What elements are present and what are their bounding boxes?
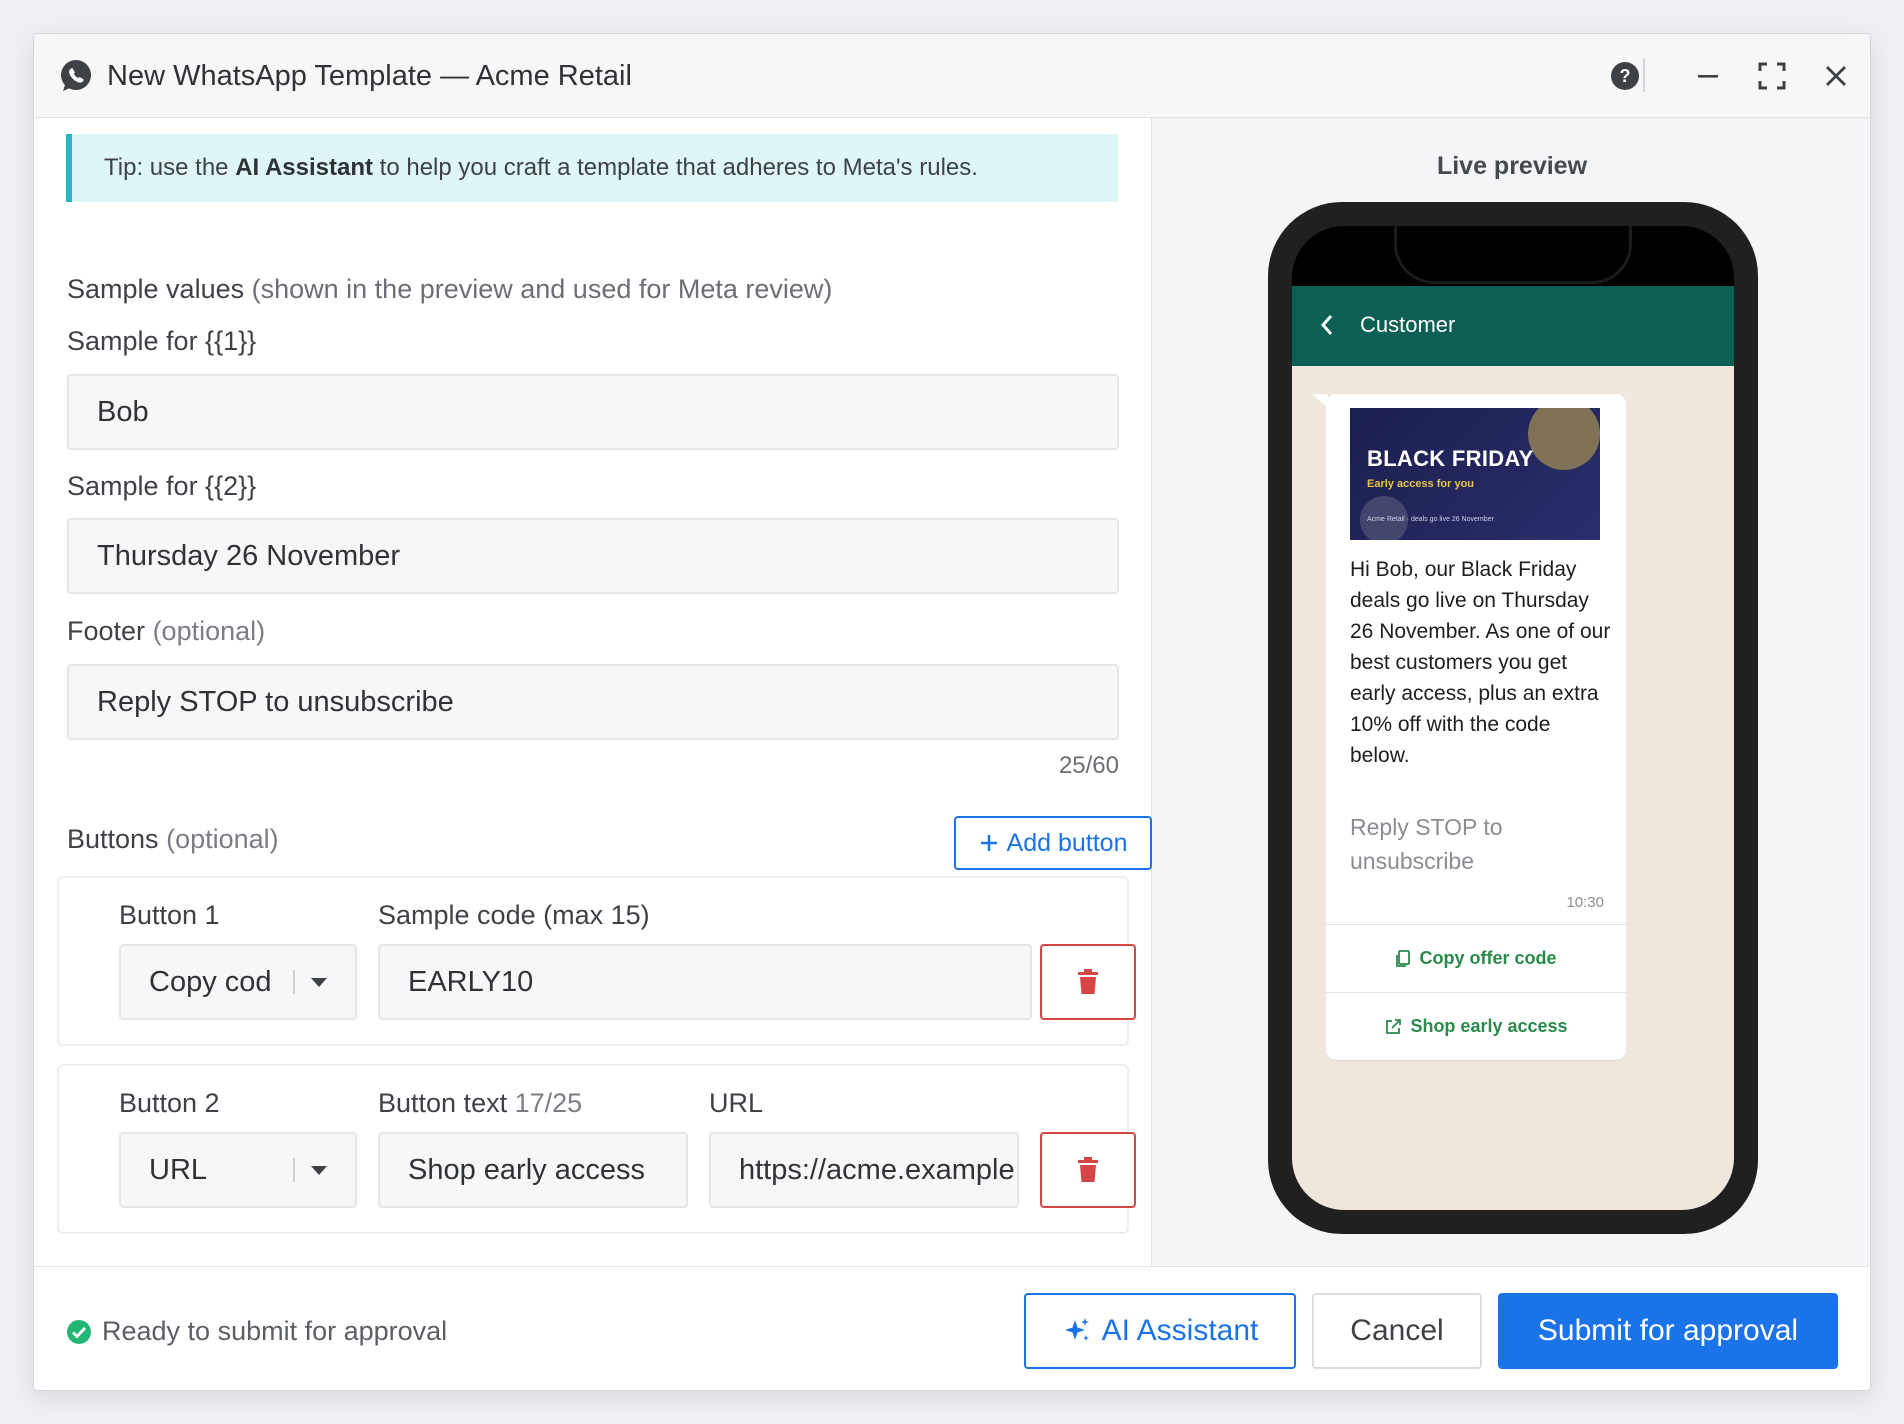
button1-code-input[interactable]: EARLY10: [378, 944, 1032, 1020]
select-divider: [293, 970, 295, 994]
sample2-label: Sample for {{2}}: [67, 471, 257, 501]
footer-field-label: Footer (optional): [67, 616, 265, 647]
banner-subtitle: Early access for you: [1367, 478, 1475, 490]
status-indicator: Ready to submit for approval: [66, 1316, 447, 1347]
chat-contact-name: Customer: [1360, 312, 1456, 337]
phone-screen: Customer BLACK FRIDAY Early access for y…: [1292, 226, 1734, 1210]
template-form: Tip: use the AI Assistant to help you cr…: [34, 118, 1152, 1266]
close-icon[interactable]: [1818, 58, 1854, 94]
copy-icon: [1396, 949, 1411, 967]
live-preview-label: Live preview: [1436, 152, 1588, 180]
tip-banner: Tip: use the AI Assistant to help you cr…: [66, 134, 1118, 202]
chat-header: Customer: [1292, 286, 1734, 366]
button2-card: Button 2 Button text 17/25 URL URL Shop …: [57, 1064, 1136, 1234]
buttons-section-label: Buttons (optional): [67, 824, 279, 855]
footer-char-counter: 25/60: [1058, 752, 1119, 779]
banner-footer: Acme Retail · deals go live 26 November: [1367, 516, 1494, 523]
sparkle-icon: [1064, 1318, 1089, 1341]
footer-label-note: (optional): [152, 616, 266, 646]
whatsapp-icon: [58, 58, 94, 94]
message-time: 10:30: [1566, 894, 1604, 911]
quick-reply-copy-label: Copy offer code: [1419, 948, 1557, 968]
submit-for-approval-button[interactable]: Submit for approval: [1498, 1293, 1838, 1369]
banner-decor-circle: [1528, 408, 1600, 470]
quick-reply-copy-code[interactable]: Copy offer code: [1326, 924, 1626, 992]
dialog-title: New WhatsApp Template — Acme Retail: [107, 60, 632, 92]
message-footer: Reply STOP to unsubscribe: [1350, 814, 1503, 874]
select-divider: [293, 1158, 295, 1182]
footer-label-text: Footer: [67, 616, 146, 646]
button1-type-value: Copy code: [149, 965, 271, 998]
button1-type-select[interactable]: Copy code: [119, 944, 357, 1020]
footer-input[interactable]: Reply STOP to unsubscribe: [67, 664, 1119, 740]
status-text: Ready to submit for approval: [102, 1316, 448, 1346]
tip-prefix: Tip: use the: [104, 154, 236, 181]
header-separator: [1643, 58, 1645, 92]
chevron-down-icon: [311, 978, 327, 987]
chat-background: BLACK FRIDAY Early access for you Acme R…: [1292, 366, 1734, 1210]
button1-card: Button 1 Sample code (max 15) Copy cod e …: [57, 876, 1136, 1046]
button2-url-label: URL: [709, 1088, 764, 1118]
template-dialog: New WhatsApp Template — Acme Retail ? Ti…: [33, 33, 1871, 1391]
minimize-icon[interactable]: [1690, 58, 1726, 94]
dialog-footer: Ready to submit for approval AI Assistan…: [34, 1266, 1870, 1390]
svg-text:?: ?: [1620, 66, 1631, 86]
phone-frame: Customer BLACK FRIDAY Early access for y…: [1268, 202, 1758, 1234]
phone-notch: [1394, 226, 1632, 284]
chevron-left-icon: [1320, 314, 1334, 341]
button1-delete-button[interactable]: [1040, 944, 1136, 1020]
button2-type-select[interactable]: URL: [119, 1132, 357, 1208]
button2-text-label: Button text 17/25: [378, 1088, 582, 1119]
quick-reply-url-label: Shop early access: [1410, 1016, 1568, 1036]
maximize-icon[interactable]: [1754, 58, 1790, 94]
sample2-input[interactable]: Thursday 26 November: [67, 518, 1119, 594]
button2-url-input[interactable]: https://acme.example.com/black-friday: [709, 1132, 1019, 1208]
button2-delete-button[interactable]: [1040, 1132, 1136, 1208]
message-body: Hi Bob, our Black Friday deals go live o…: [1350, 558, 1611, 767]
ai-assistant-label: AI Assistant: [1101, 1314, 1259, 1347]
chevron-down-icon: [311, 1166, 327, 1175]
buttons-label-text: Buttons: [67, 824, 159, 854]
ai-assistant-button[interactable]: AI Assistant: [1024, 1293, 1296, 1369]
sample1-input[interactable]: Bob: [67, 374, 1119, 450]
button2-type-value: URL: [149, 1153, 208, 1186]
plus-icon: [980, 835, 997, 851]
tip-highlight: AI Assistant: [235, 154, 373, 181]
button1-label: Button 1: [119, 900, 220, 930]
trash-icon: [1078, 969, 1098, 994]
sample-values-title: Sample values: [67, 274, 245, 304]
sample-values-note: (shown in the preview and used for Meta …: [251, 274, 833, 304]
tip-suffix: to help you craft a template that adhere…: [373, 154, 978, 181]
buttons-label-note: (optional): [166, 824, 279, 854]
cancel-button[interactable]: Cancel: [1312, 1293, 1482, 1369]
banner-image: BLACK FRIDAY Early access for you Acme R…: [1350, 408, 1600, 540]
external-link-icon: [1386, 1018, 1402, 1034]
button2-label: Button 2: [119, 1088, 220, 1118]
button2-text-input[interactable]: Shop early access: [378, 1132, 688, 1208]
sample1-label: Sample for {{1}}: [67, 326, 257, 356]
button2-text-label-text: Button text: [378, 1088, 508, 1118]
message-bubble: BLACK FRIDAY Early access for you Acme R…: [1326, 394, 1626, 1060]
help-icon[interactable]: ?: [1607, 58, 1643, 94]
banner-title: BLACK FRIDAY: [1367, 446, 1534, 471]
quick-reply-url[interactable]: Shop early access: [1326, 992, 1626, 1060]
button1-code-label: Sample code (max 15): [378, 900, 650, 930]
sample-values-heading: Sample values (shown in the preview and …: [67, 274, 832, 305]
button2-text-counter: 17/25: [514, 1088, 583, 1118]
live-preview-panel: Live preview Customer BLACK FRIDAY Early…: [1152, 118, 1870, 1266]
dialog-header: New WhatsApp Template — Acme Retail ?: [34, 34, 1870, 118]
add-button-button[interactable]: Add button: [954, 816, 1152, 870]
trash-icon: [1078, 1157, 1098, 1182]
add-button-label: Add button: [1006, 828, 1128, 857]
check-circle-icon: [67, 1319, 91, 1344]
